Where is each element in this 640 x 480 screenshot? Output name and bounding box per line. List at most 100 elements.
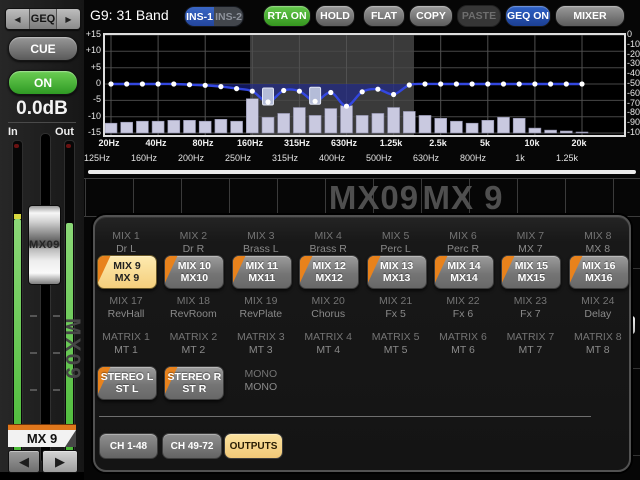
rta-bar (498, 117, 510, 133)
rta-bar (545, 130, 557, 133)
fader-tick (53, 315, 60, 317)
mixer-button[interactable]: MIXER (555, 5, 625, 27)
bank-tab-ch-49-72[interactable]: CH 49-72 (162, 433, 222, 459)
band-dot (156, 81, 161, 86)
copy-button[interactable]: COPY (409, 5, 453, 27)
rta-bar (184, 120, 196, 133)
rta-bar (136, 121, 148, 133)
channel-label-mix-4: MIX 4Brass R (294, 230, 362, 255)
divider (8, 122, 76, 123)
rta-bar (199, 121, 211, 133)
rta-bar (403, 111, 415, 133)
band-freq-label: 800Hz (451, 153, 495, 163)
channel-button-mix-15[interactable]: MIX 15MX15 (501, 255, 561, 289)
rta-scale-label: -100 (627, 127, 640, 137)
band-scrollbar[interactable] (88, 170, 636, 174)
rta-scale-label: -30 (627, 58, 640, 68)
fader-tick (30, 352, 37, 354)
prev-channel-button[interactable]: ◀ (8, 450, 40, 473)
next-channel-button[interactable]: ▶ (42, 450, 78, 473)
clip-led (66, 144, 71, 148)
fader-tick (30, 315, 37, 317)
rta-bar (388, 108, 400, 134)
bank-tab-outputs[interactable]: OUTPUTS (224, 433, 283, 459)
rta-on-button[interactable]: RTA ON (263, 5, 311, 27)
channel-button-stereo-r[interactable]: STEREO RST R (164, 366, 224, 400)
channel-button-mix-14[interactable]: MIX 14MX14 (434, 255, 494, 289)
band-dot (548, 81, 553, 86)
channel-label-matrix-4: MATRIX 4MT 4 (294, 331, 362, 356)
fader-tick (30, 389, 37, 391)
geq-selector-label: GEQ (29, 9, 57, 29)
channel-button-mix-13[interactable]: MIX 13MX13 (367, 255, 427, 289)
channel-label-matrix-7: MATRIX 7MT 7 (496, 331, 564, 356)
rta-bar (121, 122, 133, 133)
band-freq-label: 630Hz (404, 153, 448, 163)
channel-label-mix-19: MIX 19RevPlate (227, 295, 295, 320)
channel-label-mix-3: MIX 3Brass L (227, 230, 295, 255)
channel-name-plate[interactable]: MX 9 (8, 430, 76, 447)
band-dot (344, 104, 349, 109)
channel-on-button[interactable]: ON (8, 70, 78, 95)
channel-label-mix-2: MIX 2Dr R (159, 230, 227, 255)
flat-button[interactable]: FLAT (363, 5, 405, 27)
channel-label-mix-17: MIX 17RevHall (92, 295, 160, 320)
strip-cell-border (181, 179, 182, 216)
bank-tab-ch-1-48[interactable]: CH 1-48 (99, 433, 158, 459)
band-dot (470, 81, 475, 86)
band-dot (579, 81, 584, 86)
cue-button[interactable]: CUE (8, 36, 78, 61)
freq-label: 80Hz (181, 138, 225, 148)
rta-bar (482, 120, 494, 133)
channel-button-stereo-l[interactable]: STEREO LST L (97, 366, 157, 400)
freq-label: 40Hz (134, 138, 178, 148)
fader-track[interactable] (40, 133, 51, 464)
hold-button[interactable]: HOLD (315, 5, 355, 27)
eq-scale-label: -10 (82, 111, 101, 121)
rta-bar (152, 121, 164, 133)
band-dot (517, 81, 522, 86)
band-dot (501, 81, 506, 86)
rta-scale-label: -40 (627, 68, 640, 78)
rta-scale-label: -70 (627, 98, 640, 108)
channel-label-mono: MONOMONO (227, 368, 295, 393)
geq-screen: ◀ GEQ ▶ CUE ON 0.0dB In Out MX09 MX09 MX… (0, 0, 640, 480)
geq-next-icon[interactable]: ▶ (57, 9, 80, 29)
background-channel-strip: MX09MX 9 (84, 178, 640, 217)
geq-graph-canvas (105, 35, 624, 135)
strip-cell-border (613, 179, 614, 216)
channel-label-mix-21: MIX 21Fx 5 (362, 295, 430, 320)
band-dot (485, 81, 490, 86)
band-dot (187, 82, 192, 87)
strip-cell-border (277, 179, 278, 216)
channel-button-mix-16[interactable]: MIX 16MX16 (569, 255, 629, 289)
band-dot (234, 86, 239, 91)
channel-button-mix-9[interactable]: MIX 9MX 9 (97, 255, 157, 289)
tab-ins-2[interactable]: INS-2 (214, 7, 243, 26)
meter-in-label: In (8, 126, 18, 138)
channel-button-mix-11[interactable]: MIX 11MX11 (232, 255, 292, 289)
band-dot (281, 88, 286, 93)
fader-tick (53, 389, 60, 391)
channel-label-matrix-2: MATRIX 2MT 2 (159, 331, 227, 356)
band-dot (454, 81, 459, 86)
band-dot (313, 99, 318, 104)
channel-label-mix-23: MIX 23Fx 7 (496, 295, 564, 320)
tab-ins-1[interactable]: INS-1 (185, 7, 214, 26)
rta-scale-label: -20 (627, 49, 640, 59)
band-dot (360, 89, 365, 94)
geq-main-area: G9: 31 Band INS-1 INS-2 RTA ONHOLDFLATCO… (84, 0, 640, 480)
fader-knob[interactable]: MX09 (28, 205, 61, 285)
channel-button-mix-10[interactable]: MIX 10MX10 (164, 255, 224, 289)
channel-label-mix-7: MIX 7MX 7 (496, 230, 564, 255)
band-dot (564, 81, 569, 86)
geq-prev-icon[interactable]: ◀ (6, 9, 29, 29)
channel-button-mix-12[interactable]: MIX 12MX12 (299, 255, 359, 289)
band-dot (391, 92, 396, 97)
strip-channel-name: MX09 (324, 179, 424, 216)
channel-label-mix-20: MIX 20Chorus (294, 295, 362, 320)
geq-on-button[interactable]: GEQ ON (505, 5, 551, 27)
channel-label-mix-6: MIX 6Perc R (429, 230, 497, 255)
rta-scale-label: -60 (627, 88, 640, 98)
band-dot (407, 82, 412, 87)
